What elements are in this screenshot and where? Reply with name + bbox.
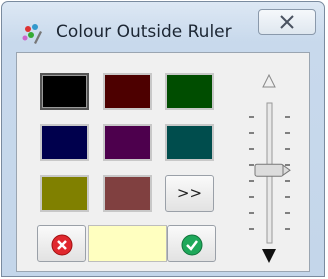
color-swatch[interactable] [103, 73, 152, 110]
color-swatch[interactable] [40, 175, 89, 212]
cancel-button[interactable] [37, 225, 86, 262]
slider-thumb[interactable] [254, 163, 291, 177]
more-colors-button[interactable]: >> [165, 175, 214, 212]
color-preview [88, 225, 167, 262]
palette-icon [20, 21, 44, 45]
color-swatch[interactable] [103, 175, 152, 212]
slider-top-arrow-icon[interactable] [262, 73, 276, 88]
color-swatch[interactable] [40, 73, 89, 110]
brightness-slider[interactable] [235, 73, 305, 273]
close-button[interactable] [258, 9, 316, 35]
close-icon [280, 15, 294, 29]
ok-button[interactable] [167, 225, 216, 262]
slider-bottom-arrow-icon[interactable] [262, 249, 276, 263]
dialog-window: Colour Outside Ruler >> [1, 1, 325, 277]
color-swatch[interactable] [165, 73, 214, 110]
client-area: >> [16, 52, 310, 272]
color-swatch[interactable] [103, 124, 152, 161]
window-title: Colour Outside Ruler [56, 22, 232, 42]
check-icon [181, 234, 203, 256]
color-swatch[interactable] [40, 124, 89, 161]
color-swatch[interactable] [165, 124, 214, 161]
cancel-icon [51, 234, 73, 256]
title-bar: Colour Outside Ruler [2, 2, 324, 52]
